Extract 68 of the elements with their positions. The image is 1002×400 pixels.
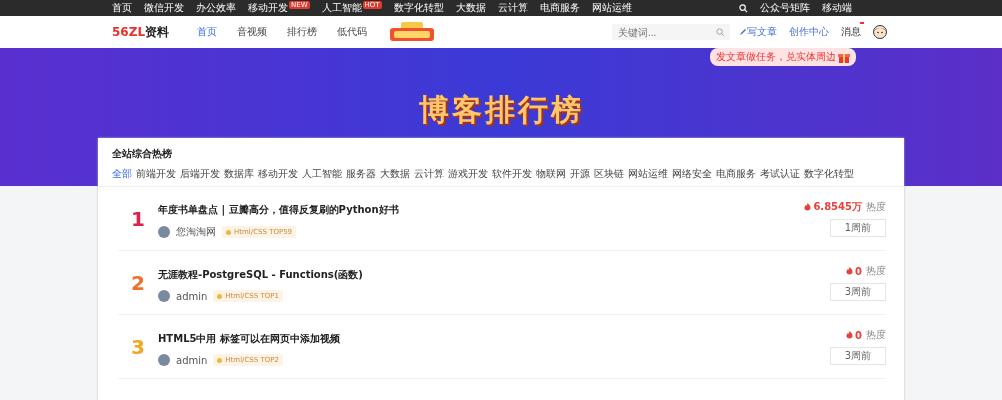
top-nav-link[interactable]: 办公效率	[196, 1, 236, 15]
avatar-icon[interactable]	[873, 25, 887, 39]
site-logo[interactable]: 56ZL资料	[112, 23, 170, 41]
top-nav-link[interactable]: 首页	[112, 1, 132, 15]
category-tab[interactable]: 游戏开发	[448, 167, 488, 181]
category-tab[interactable]: 电商服务	[716, 167, 756, 181]
category-tab[interactable]: 开源	[570, 167, 590, 181]
article-title[interactable]: 无涯教程-PostgreSQL - Functions(函数)	[158, 269, 363, 280]
category-tab[interactable]: 考试认证	[760, 167, 800, 181]
category-tab[interactable]: 人工智能	[302, 167, 342, 181]
flame-icon	[804, 203, 812, 211]
heat-value: 6.8545万	[813, 200, 862, 214]
category-tab[interactable]: 软件开发	[492, 167, 532, 181]
search-icon[interactable]	[739, 3, 748, 13]
category-tab[interactable]: 物联网	[536, 167, 566, 181]
article-title[interactable]: 年度书单盘点 | 豆瓣高分，值得反复刷的Python好书	[158, 204, 399, 215]
write-article-link[interactable]: 写文章	[739, 25, 777, 39]
category-tab[interactable]: 后端开发	[180, 167, 220, 181]
heat-value: 0	[855, 329, 862, 341]
top-nav-link[interactable]: 网站运维	[591, 1, 632, 15]
author-name[interactable]: admin	[176, 354, 208, 366]
category-tab[interactable]: 区块链	[594, 167, 624, 181]
heat-label: 热度	[866, 200, 886, 214]
top-nav-link[interactable]: 云计算	[497, 1, 528, 15]
top-nav-link[interactable]: 移动开发 $^{NEW}$	[248, 1, 310, 15]
top-nav-link[interactable]: 人工智能 $^{HOT}$	[321, 1, 382, 15]
rank-number: 3	[130, 334, 146, 359]
category-tab[interactable]: 网络安全	[672, 167, 712, 181]
top-nav-link[interactable]: 移动端	[822, 1, 852, 15]
board-title: 全站综合热榜	[112, 147, 173, 161]
article-title[interactable]: HTML5中用 标签可以在网页中添加视频	[158, 333, 340, 344]
rank-number: 1	[130, 206, 146, 231]
top-nav-link[interactable]: 大数据	[455, 1, 486, 15]
banner-title: 博客排行榜	[418, 91, 584, 129]
author-name[interactable]: 您淘淘网	[176, 225, 216, 239]
search-field[interactable]: 关键词...	[612, 24, 730, 40]
flame-icon	[846, 267, 854, 275]
category-tab[interactable]: 数字化转型	[804, 167, 854, 181]
category-tab[interactable]: 云计算	[414, 167, 444, 181]
creator-center-link[interactable]: 创作中心	[789, 25, 829, 39]
top-nav-link[interactable]: 公众号矩阵	[760, 1, 810, 15]
category-tab[interactable]: 前端开发	[136, 167, 176, 181]
pencil-icon	[739, 28, 747, 36]
nav-tab[interactable]: 低代码	[337, 25, 368, 39]
time-box: 1周前	[830, 219, 886, 237]
rank-number: 2	[130, 270, 146, 295]
nav-tab[interactable]: 音视频	[237, 25, 268, 39]
category-tab[interactable]: 大数据	[380, 167, 410, 181]
promo-badge-drawing[interactable]	[389, 22, 436, 42]
messages-link[interactable]: 消息	[841, 25, 861, 39]
nav-tab[interactable]: 首页	[197, 25, 218, 39]
top-nav-link[interactable]: 电商服务	[539, 1, 580, 15]
top-nav-link[interactable]: 微信开发	[144, 1, 184, 15]
heat-value: 0	[855, 265, 862, 277]
category-tab[interactable]: 全部	[112, 167, 132, 181]
time-box: 3周前	[830, 283, 886, 301]
author-name[interactable]: admin	[176, 290, 208, 302]
category-tab[interactable]: 网站运维	[628, 167, 668, 181]
heat-label: 热度	[866, 328, 886, 342]
heat-label: 热度	[866, 264, 886, 278]
gift-icon	[838, 51, 850, 63]
time-box: 3周前	[830, 347, 886, 365]
category-tab[interactable]: 服务器	[346, 167, 376, 181]
flame-icon	[846, 331, 854, 339]
nav-tab[interactable]: 排行榜	[287, 25, 318, 39]
category-tab[interactable]: 数据库	[224, 167, 254, 181]
top-nav-link[interactable]: 数字化转型	[393, 1, 444, 15]
category-tab[interactable]: 移动开发	[258, 167, 298, 181]
